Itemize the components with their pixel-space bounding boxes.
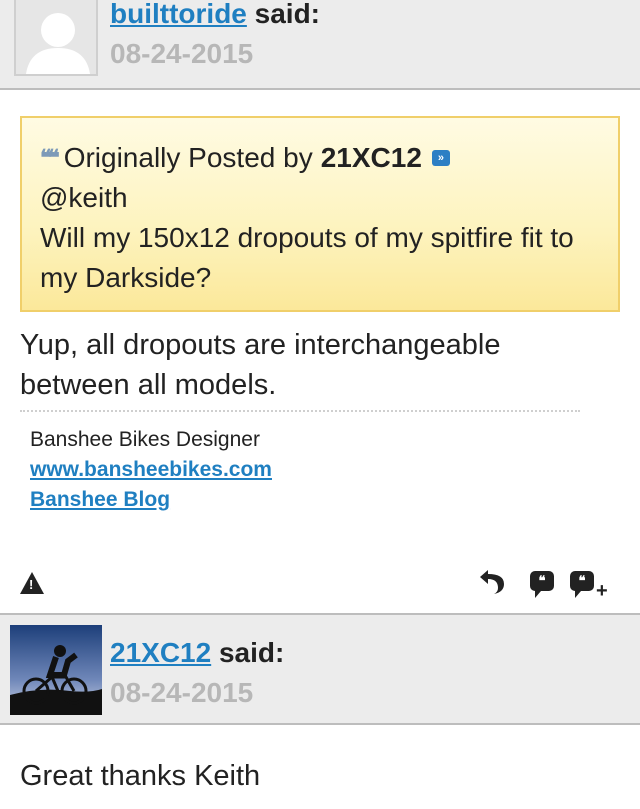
quote-icon[interactable]: ❝: [530, 571, 554, 598]
view-post-icon[interactable]: »: [431, 150, 450, 166]
quote-attribution: ❝❝ Originally Posted by 21XC12 »: [40, 138, 600, 178]
cyclist-avatar-icon: [10, 625, 102, 715]
said-label: said:: [218, 637, 285, 668]
said-label: said:: [254, 0, 321, 29]
avatar[interactable]: [14, 0, 98, 76]
plus-icon: +: [596, 580, 608, 602]
author-link[interactable]: 21XC12: [110, 637, 211, 668]
quote-author: 21XC12: [320, 142, 422, 173]
post-date: 08-24-2015: [110, 38, 254, 69]
signature-link-blog[interactable]: Banshee Blog: [30, 485, 272, 515]
post-header: 21XC12 said: 08-24-2015: [0, 613, 640, 725]
signature-title: Banshee Bikes Designer: [30, 428, 260, 451]
signature-divider: [20, 410, 580, 412]
quote-block: ❝❝ Originally Posted by 21XC12 » @keith …: [20, 116, 620, 312]
quote-text-line2: Will my 150x12 dropouts of my spitfire f…: [40, 222, 574, 293]
quote-prefix: Originally Posted by: [63, 142, 313, 173]
post-header: builttoride said: 08-24-2015: [0, 0, 640, 90]
post-author: builttoride said:: [110, 0, 320, 30]
quote-text-line1: @keith: [40, 182, 128, 213]
default-avatar-icon: [16, 0, 96, 74]
post-date: 08-24-2015: [110, 677, 254, 708]
signature: Banshee Bikes Designer www.bansheebikes.…: [30, 425, 272, 515]
avatar[interactable]: [10, 625, 102, 715]
post-author: 21XC12 said:: [110, 637, 284, 669]
multi-quote-icon[interactable]: ❝: [570, 571, 594, 598]
post-body: Yup, all dropouts are interchangeable be…: [20, 329, 501, 401]
signature-link-website[interactable]: www.bansheebikes.com: [30, 455, 272, 485]
report-icon[interactable]: !: [20, 572, 44, 594]
quote-marks-icon: ❝❝: [40, 145, 60, 170]
reply-icon[interactable]: [478, 566, 506, 601]
author-link[interactable]: builttoride: [110, 0, 247, 29]
post-body: Great thanks Keith: [20, 760, 261, 792]
